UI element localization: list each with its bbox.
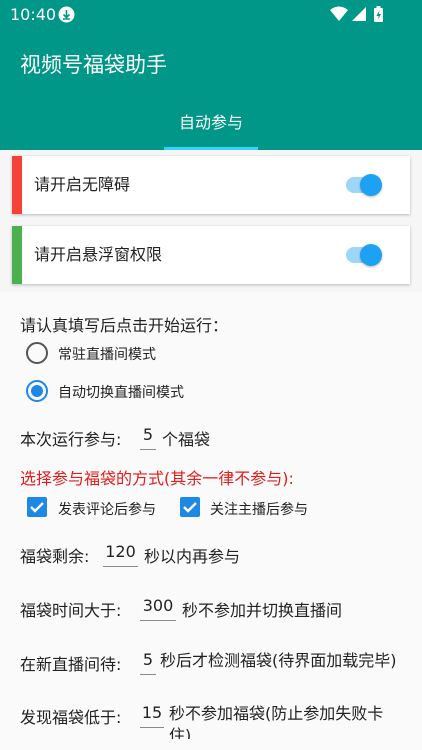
settings-panel: 请认真填写后点击开始运行： 常驻直播间模式 自动切换直播间模式 本次运行参与: …: [0, 292, 422, 750]
tab-auto-join[interactable]: 自动参与: [164, 100, 258, 150]
accessibility-toggle[interactable]: [346, 174, 382, 196]
follow-method-label: 关注主播后参与: [210, 502, 308, 518]
auto-switch-mode-label: 自动切换直播间模式: [58, 385, 184, 401]
duration-suffix: 秒不参加并切换直播间: [182, 601, 343, 620]
tab-indicator: [164, 147, 258, 150]
remaining-suffix: 秒以内再参与: [144, 547, 241, 566]
comment-method-label: 发表评论后参与: [58, 502, 156, 518]
duration-input[interactable]: 300: [140, 595, 176, 621]
radio-auto-switch-mode[interactable]: [26, 380, 48, 402]
status-stripe: [12, 156, 22, 214]
app-title: 视频号福袋助手: [20, 53, 167, 77]
run-count-prefix: 本次运行参与:: [20, 430, 122, 449]
resident-mode-label: 常驻直播间模式: [58, 347, 156, 363]
min-time-suffix: 秒不参加福袋(防止参加失败卡住): [169, 704, 384, 739]
toggle-thumb: [360, 244, 382, 266]
download-icon: [58, 6, 75, 23]
duration-prefix: 福袋时间大于:: [20, 601, 122, 620]
signal-icon: [352, 7, 366, 21]
checkbox-follow[interactable]: [180, 497, 200, 517]
wait-prefix: 在新直播间待:: [20, 655, 122, 674]
wifi-icon: [330, 6, 348, 21]
wait-input[interactable]: 5: [140, 649, 156, 675]
min-time-input[interactable]: 15: [140, 702, 164, 728]
wait-suffix: 秒后才检测福袋(待界面加载完毕): [160, 651, 397, 670]
run-count-suffix: 个福袋: [162, 430, 211, 449]
checkbox-comment[interactable]: [27, 497, 47, 517]
system-icons: [330, 6, 383, 22]
check-icon: [30, 502, 44, 513]
check-icon: [183, 502, 197, 513]
status-stripe: [12, 226, 22, 284]
radio-resident-mode[interactable]: [26, 342, 48, 364]
intro-text: 请认真填写后点击开始运行：: [20, 316, 229, 335]
accessibility-label: 请开启无障碍: [34, 175, 131, 194]
min-time-prefix: 发现福袋低于:: [20, 708, 122, 727]
overlay-label: 请开启悬浮窗权限: [34, 245, 163, 264]
status-bar: 10:40: [0, 0, 422, 30]
run-count-input[interactable]: 5: [140, 424, 156, 450]
tab-label: 自动参与: [178, 113, 243, 132]
remaining-input[interactable]: 120: [103, 541, 138, 567]
overlay-toggle[interactable]: [346, 244, 382, 266]
toggle-thumb: [360, 174, 382, 196]
status-time: 10:40: [10, 5, 57, 24]
accessibility-permission-card[interactable]: 请开启无障碍: [12, 156, 410, 214]
method-hint: 选择参与福袋的方式(其余一律不参与):: [20, 469, 294, 488]
battery-charging-icon: [374, 6, 383, 22]
overlay-permission-card[interactable]: 请开启悬浮窗权限: [12, 226, 410, 284]
remaining-prefix: 福袋剩余:: [20, 547, 90, 566]
app-bar: 视频号福袋助手 自动参与: [0, 30, 422, 150]
